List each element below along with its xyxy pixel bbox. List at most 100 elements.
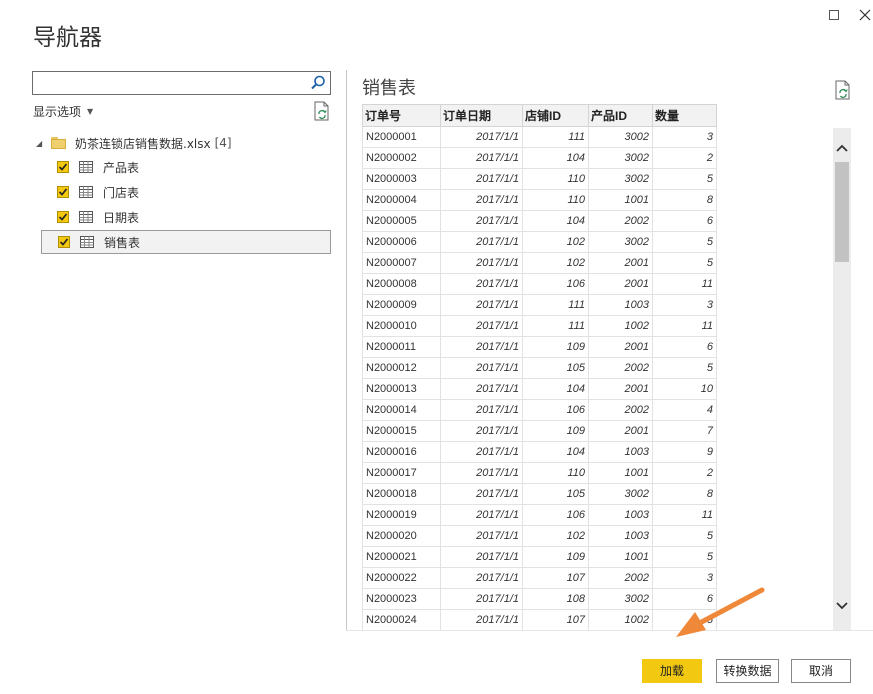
tree-expanded-icon[interactable]: ◢ [36,139,48,148]
column-header[interactable]: 订单日期 [440,104,523,127]
table-cell: 6 [652,210,717,232]
table-cell: 5 [652,525,717,547]
table-cell: 8 [652,189,717,211]
table-row: N2000016 2017/1/1 104 1003 9 [362,441,717,463]
scrollbar-thumb[interactable] [835,162,849,262]
column-header[interactable]: 订单号 [362,104,441,127]
table-cell: 8 [652,483,717,505]
footer-divider [346,630,873,631]
table-cell: N2000018 [362,483,441,505]
refresh-icon[interactable] [313,101,331,121]
table-row: N2000018 2017/1/1 105 3002 8 [362,483,717,505]
table-cell: 2002 [588,210,653,232]
table-cell: 2017/1/1 [440,147,523,169]
vertical-scrollbar[interactable] [833,128,851,630]
refresh-icon[interactable] [834,80,852,100]
checkbox[interactable] [57,161,69,173]
table-cell: 2002 [588,567,653,589]
column-header[interactable]: 数量 [652,104,717,127]
check-icon [58,163,68,171]
display-options-label: 显示选项 [33,105,82,119]
tree-item-date-table[interactable]: 日期表 [41,205,331,229]
table-row: N2000024 2017/1/1 107 1002 5 [362,609,717,630]
table-cell: 2017/1/1 [440,588,523,610]
table-cell: 2017/1/1 [440,504,523,526]
close-button[interactable] [856,6,873,24]
table-cell: 106 [522,399,589,421]
column-header[interactable]: 店铺ID [522,104,589,127]
chevron-down-icon[interactable] [833,598,851,614]
table-cell: 2001 [588,378,653,400]
tree-item-label: 日期表 [103,210,140,225]
tree-item-label: 门店表 [103,185,140,200]
table-cell: 2017/1/1 [440,399,523,421]
table-cell: 2017/1/1 [440,210,523,232]
table-cell: 102 [522,525,589,547]
tree-item-sales-table[interactable]: 销售表 [41,230,331,254]
load-button[interactable]: 加载 [642,659,702,683]
table-cell: 5 [652,357,717,379]
table-cell: 106 [522,504,589,526]
table-cell: 1001 [588,189,653,211]
checkbox[interactable] [57,211,69,223]
table-cell: 2017/1/1 [440,231,523,253]
table-cell: 5 [652,546,717,568]
table-row: N2000013 2017/1/1 104 2001 10 [362,378,717,400]
preview-title: 销售表 [362,78,416,99]
table-cell: N2000003 [362,168,441,190]
preview-grid[interactable]: 订单号 订单日期 店铺ID 产品ID 数量 N2000001 2017/1/1 11… [362,104,718,630]
table-row: N2000003 2017/1/1 110 3002 5 [362,168,717,190]
table-cell: 107 [522,609,589,630]
table-cell: N2000009 [362,294,441,316]
table-cell: 2017/1/1 [440,462,523,484]
maximize-button[interactable] [825,6,843,24]
table-row: N2000014 2017/1/1 106 2002 4 [362,399,717,421]
table-cell: 2017/1/1 [440,525,523,547]
table-row: N2000006 2017/1/1 102 3002 5 [362,231,717,253]
table-cell: N2000006 [362,231,441,253]
table-cell: N2000024 [362,609,441,630]
chevron-up-icon[interactable] [833,140,851,156]
table-row: N2000019 2017/1/1 106 1003 11 [362,504,717,526]
table-cell: 109 [522,336,589,358]
dialog-title: 导航器 [33,25,102,51]
table-cell: 2017/1/1 [440,126,523,148]
tree-item-store-table[interactable]: 门店表 [41,180,331,204]
transform-data-button[interactable]: 转换数据 [716,659,779,683]
table-cell: 2017/1/1 [440,441,523,463]
tree-root-file[interactable]: ◢ 奶茶连锁店销售数据.xlsx [4] [36,134,232,152]
table-cell: 3002 [588,588,653,610]
table-cell: 2017/1/1 [440,315,523,337]
table-row: N2000021 2017/1/1 109 1001 5 [362,546,717,568]
table-cell: 3 [652,294,717,316]
table-cell: 111 [522,315,589,337]
tree-item-product-table[interactable]: 产品表 [41,155,331,179]
column-header[interactable]: 产品ID [588,104,653,127]
tree-root-count: [4] [214,136,232,150]
table-cell: 2001 [588,273,653,295]
check-icon [58,213,68,221]
search-icon[interactable] [309,74,327,92]
table-cell: N2000005 [362,210,441,232]
table-cell: 107 [522,567,589,589]
search-input[interactable] [32,71,331,95]
table-cell: 2017/1/1 [440,273,523,295]
preview-table: 订单号 订单日期 店铺ID 产品ID 数量 N2000001 2017/1/1 11… [362,104,717,630]
table-cell: 3002 [588,231,653,253]
table-cell: 2017/1/1 [440,168,523,190]
table-cell: N2000023 [362,588,441,610]
display-options-dropdown[interactable]: 显示选项 ▼ [33,103,93,120]
table-cell: 111 [522,294,589,316]
table-icon [79,186,93,198]
table-cell: 2017/1/1 [440,252,523,274]
table-cell: 11 [652,315,717,337]
checkbox[interactable] [57,186,69,198]
table-cell: 104 [522,441,589,463]
check-icon [59,238,69,246]
table-cell: 5 [652,168,717,190]
search-text-field[interactable] [37,73,307,93]
table-cell: 5 [652,609,717,630]
cancel-button[interactable]: 取消 [791,659,851,683]
checkbox[interactable] [58,236,70,248]
table-cell: 9 [652,441,717,463]
